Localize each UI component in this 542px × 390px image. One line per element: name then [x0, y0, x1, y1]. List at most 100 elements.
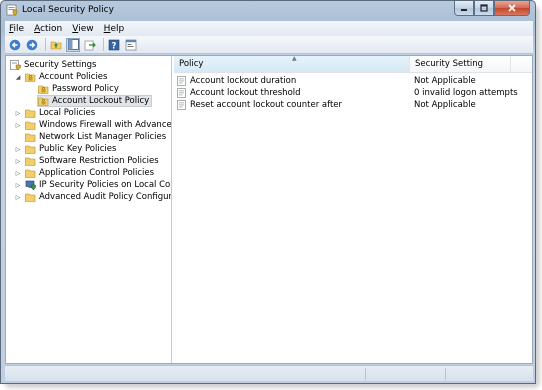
policy-icon	[177, 88, 186, 98]
expand-arrow-icon[interactable]: ▷	[14, 157, 22, 165]
console-tree: Security Settings ◢ Account Policies Pas…	[6, 56, 172, 363]
tree-label: Account Policies	[39, 72, 108, 82]
tree-item-account-policies[interactable]: ◢ Account Policies	[14, 71, 108, 83]
tree-item-advanced-audit[interactable]: ▷ Advanced Audit Policy Configuration	[14, 191, 172, 203]
tree-label: Account Lockout Policy	[52, 96, 150, 106]
tree-item-ip-security[interactable]: ▷ IP Security Policies on Local Computer	[14, 179, 171, 191]
tree-item-public-key-policies[interactable]: ▷ Public Key Policies	[14, 143, 117, 155]
show-hide-tree-button[interactable]	[66, 37, 80, 52]
help-button[interactable]: ?	[107, 38, 121, 52]
tree-label: Advanced Audit Policy Configuration	[39, 192, 172, 202]
window-controls	[454, 1, 530, 16]
security-policy-icon	[6, 4, 18, 16]
show-hide-tree-icon	[67, 39, 79, 50]
folder-lock-icon	[38, 97, 49, 106]
policy-icon	[177, 100, 186, 110]
maximize-button[interactable]	[474, 1, 494, 16]
menu-label: iew	[78, 23, 94, 34]
policy-icon	[177, 76, 186, 86]
minimize-button[interactable]	[454, 1, 474, 16]
column-header-filler	[511, 56, 532, 73]
menu-view[interactable]: View	[72, 24, 93, 34]
expand-arrow-icon[interactable]: ▷	[14, 193, 22, 201]
status-segment	[365, 368, 445, 380]
tree-item-application-control[interactable]: ▷ Application Control Policies	[14, 167, 154, 179]
toolbar: ?	[5, 36, 533, 54]
policy-row[interactable]: Account lockout threshold 0 invalid logo…	[174, 87, 530, 99]
back-button[interactable]	[8, 38, 22, 52]
close-icon	[508, 4, 516, 12]
tree-label: Application Control Policies	[39, 168, 155, 178]
export-list-button[interactable]	[83, 38, 97, 52]
toolbar-separator	[45, 38, 46, 51]
folder-icon	[25, 109, 36, 118]
results-pane: ▲ Policy Security Setting Account lockou…	[174, 55, 532, 363]
sort-ascending-icon: ▲	[292, 55, 297, 62]
tree-item-network-list-manager[interactable]: Network List Manager Policies	[25, 131, 166, 143]
expand-arrow-icon[interactable]: ▷	[14, 181, 22, 189]
column-header-security-setting[interactable]: Security Setting	[410, 56, 511, 73]
properties-button[interactable]	[124, 38, 138, 52]
tree-item-account-lockout-policy[interactable]: Account Lockout Policy	[37, 95, 153, 107]
menu-action[interactable]: Action	[34, 24, 62, 34]
policy-row[interactable]: Account lockout duration Not Applicable	[174, 75, 530, 87]
policy-cell: Account lockout duration	[177, 76, 296, 86]
tree-label: Local Policies	[39, 108, 96, 118]
tree-item-password-policy[interactable]: Password Policy	[38, 83, 119, 95]
security-setting-value: 0 invalid logon attempts	[414, 88, 518, 98]
menu-bar: File Action View Help	[5, 21, 533, 36]
window-title: Local Security Policy	[22, 5, 114, 15]
tree-label: Software Restriction Policies	[39, 156, 159, 166]
minimize-icon	[461, 9, 467, 11]
tree-item-software-restriction[interactable]: ▷ Software Restriction Policies	[14, 155, 159, 167]
folder-lock-icon	[38, 85, 49, 94]
up-folder-icon	[50, 41, 62, 49]
folder-icon	[25, 157, 36, 166]
tree-root-security-settings[interactable]: Security Settings	[10, 59, 96, 71]
tree-label: Password Policy	[52, 84, 119, 94]
main-window: Local Security Policy File Action View H…	[0, 0, 536, 384]
toolbar-separator	[103, 38, 104, 51]
back-icon	[9, 39, 21, 50]
tree-item-local-policies[interactable]: ▷ Local Policies	[14, 107, 95, 119]
folder-icon	[25, 133, 36, 142]
tree-label: Public Key Policies	[39, 144, 117, 154]
expand-arrow-icon[interactable]: ▷	[14, 169, 22, 177]
tree-label: Security Settings	[24, 60, 97, 70]
tree-label: IP Security Policies on Local Computer	[39, 180, 171, 190]
policy-cell: Account lockout threshold	[177, 88, 301, 98]
menu-label: elp	[110, 23, 125, 34]
help-icon: ?	[108, 39, 120, 51]
folder-icon	[25, 193, 36, 202]
expand-arrow-icon[interactable]: ▷	[14, 121, 22, 129]
folder-icon	[25, 169, 36, 178]
ip-security-icon	[25, 180, 36, 190]
menu-help[interactable]: Help	[104, 24, 125, 34]
menu-file[interactable]: File	[9, 24, 24, 34]
title-bar[interactable]: Local Security Policy	[1, 1, 535, 21]
up-folder-button[interactable]	[49, 38, 63, 52]
menu-label: ction	[40, 23, 63, 34]
expand-arrow-icon[interactable]: ▷	[14, 109, 22, 117]
tree-label: Windows Firewall with Advanced Security	[39, 120, 172, 130]
svg-text:?: ?	[112, 41, 117, 51]
close-button[interactable]	[494, 1, 530, 16]
tree-label: Network List Manager Policies	[39, 132, 167, 142]
status-bar	[5, 365, 533, 381]
collapse-arrow-icon[interactable]: ◢	[14, 73, 22, 81]
security-setting-value: Not Applicable	[414, 76, 476, 86]
policy-name: Reset account lockout counter after	[190, 100, 343, 110]
menu-label: ile	[13, 23, 25, 34]
folder-icon	[25, 145, 36, 154]
policy-cell: Reset account lockout counter after	[177, 100, 342, 110]
security-setting-value: Not Applicable	[414, 100, 476, 110]
column-header-label: Security Setting	[415, 59, 484, 69]
tree-item-windows-firewall[interactable]: ▷ Windows Firewall with Advanced Securit…	[14, 119, 172, 131]
export-list-icon	[84, 40, 96, 50]
expand-arrow-icon[interactable]: ▷	[14, 145, 22, 153]
content-area: Security Settings ◢ Account Policies Pas…	[5, 55, 533, 364]
policy-name: Account lockout duration	[190, 76, 297, 86]
policy-row[interactable]: Reset account lockout counter after Not …	[174, 99, 530, 111]
forward-button[interactable]	[25, 38, 39, 52]
column-header-policy[interactable]: ▲ Policy	[174, 55, 410, 73]
